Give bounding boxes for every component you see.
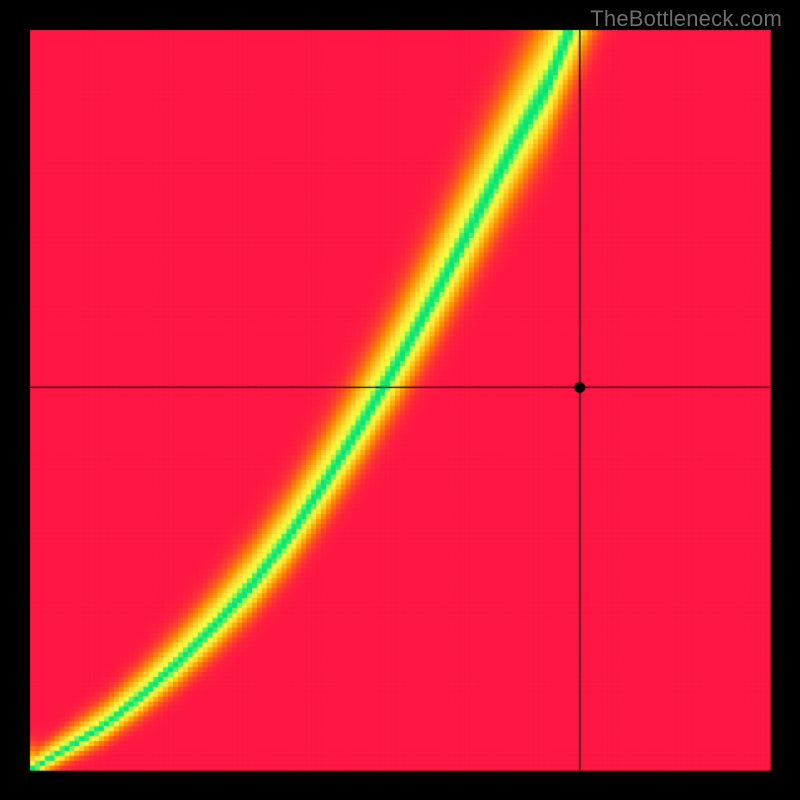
watermark-text: TheBottleneck.com bbox=[590, 6, 782, 32]
overlay-canvas bbox=[0, 0, 800, 800]
chart-container: TheBottleneck.com bbox=[0, 0, 800, 800]
